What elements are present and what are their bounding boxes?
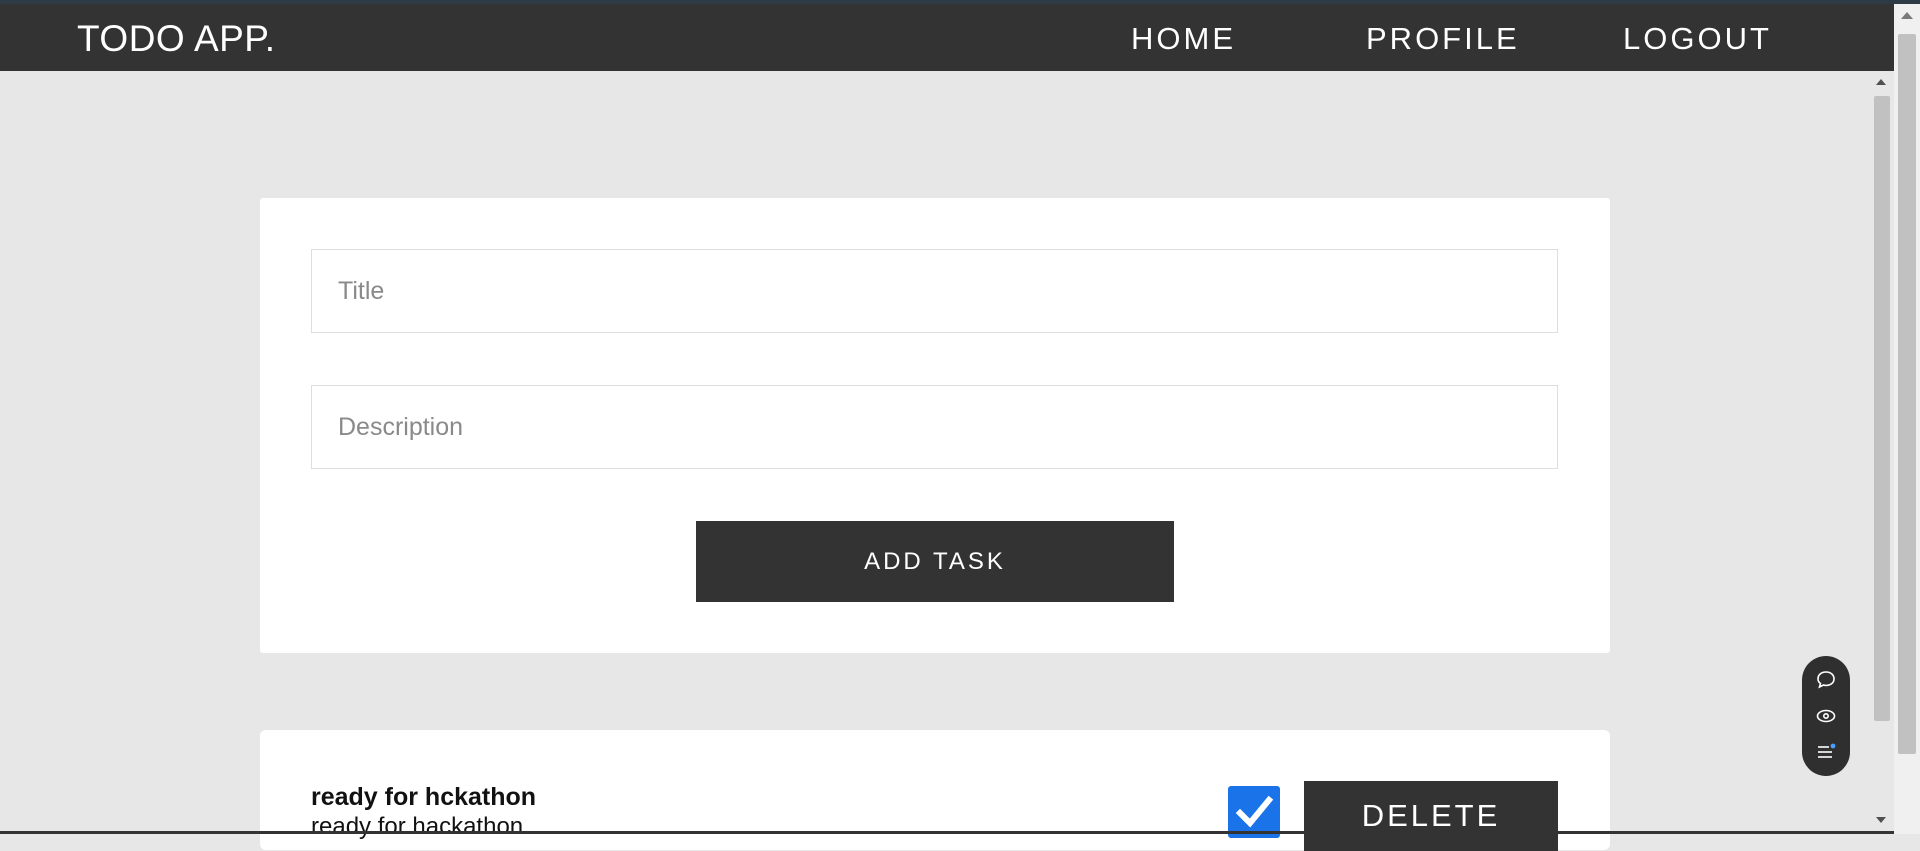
floating-toolbar	[1802, 656, 1850, 776]
title-input[interactable]	[311, 249, 1558, 333]
content-scrollbar[interactable]	[1870, 71, 1894, 834]
add-task-form: ADD TASK	[260, 198, 1610, 653]
page-scroll-up-arrow-icon[interactable]	[1901, 12, 1913, 19]
scroll-down-arrow-icon[interactable]	[1876, 817, 1886, 823]
page-scrollbar[interactable]	[1894, 4, 1920, 834]
page-scrollbar-thumb[interactable]	[1898, 34, 1916, 754]
list-notification-icon[interactable]	[1814, 740, 1838, 764]
add-task-button[interactable]: ADD TASK	[696, 521, 1174, 602]
nav-logout-link[interactable]: LOGOUT	[1623, 21, 1772, 57]
nav-home-link[interactable]: HOME	[1131, 21, 1236, 57]
scrollbar-thumb[interactable]	[1874, 96, 1890, 721]
eye-icon[interactable]	[1814, 704, 1838, 728]
description-input[interactable]	[311, 385, 1558, 469]
app-brand[interactable]: TODO APP.	[77, 18, 276, 60]
checkmark-icon	[1235, 795, 1274, 828]
scroll-up-arrow-icon[interactable]	[1876, 79, 1886, 85]
top-navbar: TODO APP. HOME PROFILE LOGOUT	[0, 4, 1894, 71]
chat-bubble-icon[interactable]	[1814, 668, 1838, 692]
task-description: ready for hackathon	[311, 813, 524, 840]
task-title: ready for hckathon	[311, 783, 537, 811]
delete-task-button[interactable]: DELETE	[1304, 781, 1558, 851]
nav-profile-link[interactable]: PROFILE	[1366, 21, 1520, 57]
